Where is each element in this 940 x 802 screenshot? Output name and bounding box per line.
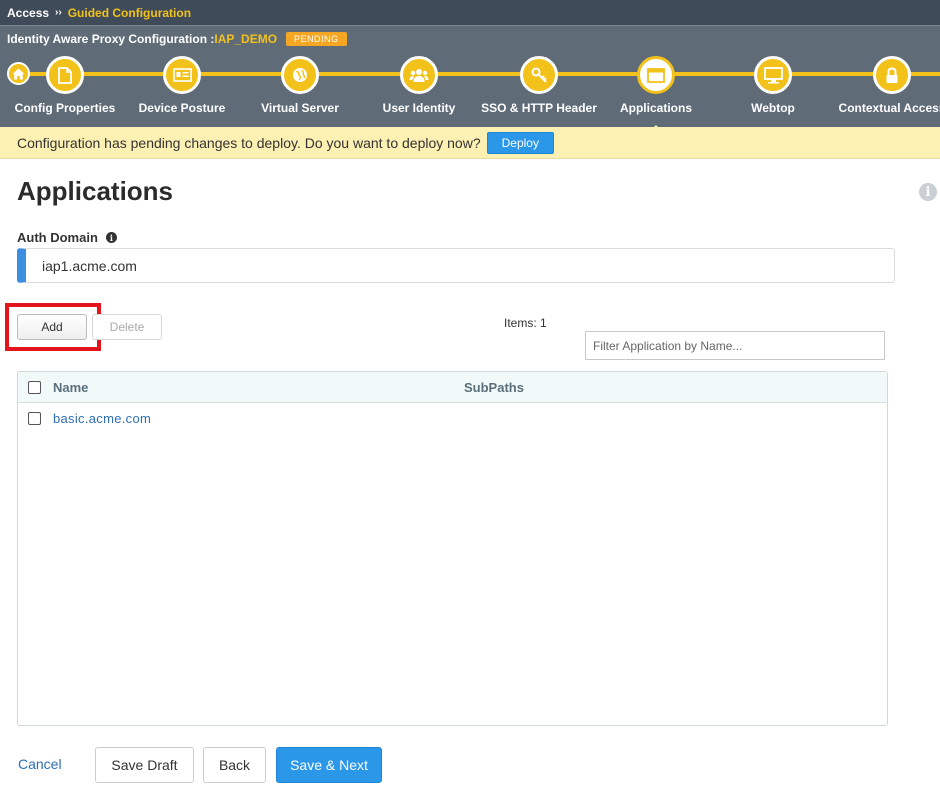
application-name-link[interactable]: basic.acme.com	[53, 411, 151, 426]
save-draft-button[interactable]: Save Draft	[95, 747, 194, 783]
applications-table: Name SubPaths basic.acme.com	[17, 371, 888, 726]
step-user-identity[interactable]: User Identity	[349, 56, 489, 115]
banner-message: Configuration has pending changes to dep…	[17, 134, 481, 151]
info-icon[interactable]: i	[919, 183, 937, 201]
wizard-steps: Config Properties Device Posture Virtual…	[0, 52, 940, 127]
breadcrumb-access-link[interactable]: Access	[7, 6, 49, 20]
auth-domain-label-text: Auth Domain	[17, 230, 98, 245]
add-button[interactable]: Add	[17, 314, 87, 340]
breadcrumb: Access ›› Guided Configuration	[0, 0, 940, 25]
table-row: basic.acme.com	[18, 403, 887, 435]
select-all-checkbox[interactable]	[28, 381, 41, 394]
filter-application-input[interactable]	[585, 331, 885, 360]
save-next-button[interactable]: Save & Next	[276, 747, 382, 783]
globe-icon	[281, 56, 319, 94]
info-icon[interactable]: i	[105, 232, 117, 243]
config-title-bar: Identity Aware Proxy Configuration : IAP…	[0, 25, 940, 52]
key-icon	[520, 56, 558, 94]
id-card-icon	[163, 56, 201, 94]
column-header-name[interactable]: Name	[53, 380, 88, 395]
delete-button[interactable]: Delete	[92, 314, 162, 340]
page-title: Applications	[17, 176, 174, 206]
table-header: Name SubPaths	[18, 372, 887, 403]
step-contextual-access[interactable]: Contextual Access	[822, 56, 940, 115]
users-icon	[400, 56, 438, 94]
document-icon	[46, 56, 84, 94]
breadcrumb-separator: ››	[55, 7, 62, 18]
auth-domain-field[interactable]	[17, 248, 895, 283]
status-badge: PENDING	[286, 32, 347, 46]
monitor-icon	[754, 56, 792, 94]
lock-icon	[873, 56, 911, 94]
config-title-label: Identity Aware Proxy Configuration :	[7, 32, 215, 46]
items-count: Items: 1	[504, 316, 547, 330]
window-icon	[637, 56, 675, 94]
auth-domain-label: Auth Domain i	[17, 230, 117, 245]
step-label: Contextual Access	[838, 101, 940, 115]
deploy-button[interactable]: Deploy	[486, 131, 554, 154]
pending-changes-banner: Configuration has pending changes to dep…	[0, 127, 940, 159]
breadcrumb-current: Guided Configuration	[67, 5, 192, 20]
column-header-subpaths[interactable]: SubPaths	[464, 380, 524, 395]
config-name: IAP_DEMO	[214, 32, 278, 46]
step-label: User Identity	[382, 101, 456, 115]
row-checkbox[interactable]	[28, 412, 41, 425]
back-button[interactable]: Back	[203, 747, 266, 783]
cancel-link[interactable]: Cancel	[18, 756, 62, 772]
